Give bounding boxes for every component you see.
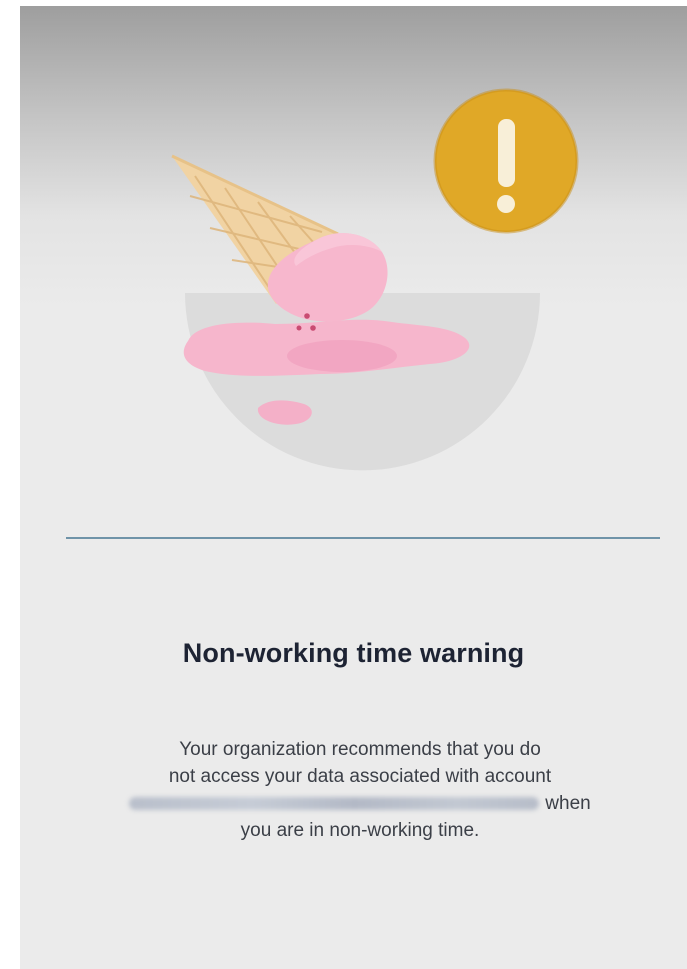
puddle-shadow (287, 340, 397, 372)
message-line-1: Your organization recommends that you do (179, 739, 541, 760)
melted-ice-cream-illustration (171, 88, 579, 471)
warning-title: Non-working time warning (182, 638, 525, 668)
bowl-shape (185, 293, 540, 471)
message-line-4: you are in non-working time. (240, 820, 480, 841)
message-line-3: when (110, 790, 610, 817)
exclamation-icon (433, 88, 579, 234)
warning-screen: Non-working time warning Your organizati… (20, 6, 687, 969)
message-line-3-suffix: when (545, 793, 591, 814)
redacted-account-email (129, 797, 540, 811)
message-line-2: not access your data associated with acc… (168, 766, 552, 787)
section-divider (66, 537, 660, 539)
warning-message: Your organization recommends that you do… (110, 736, 610, 844)
